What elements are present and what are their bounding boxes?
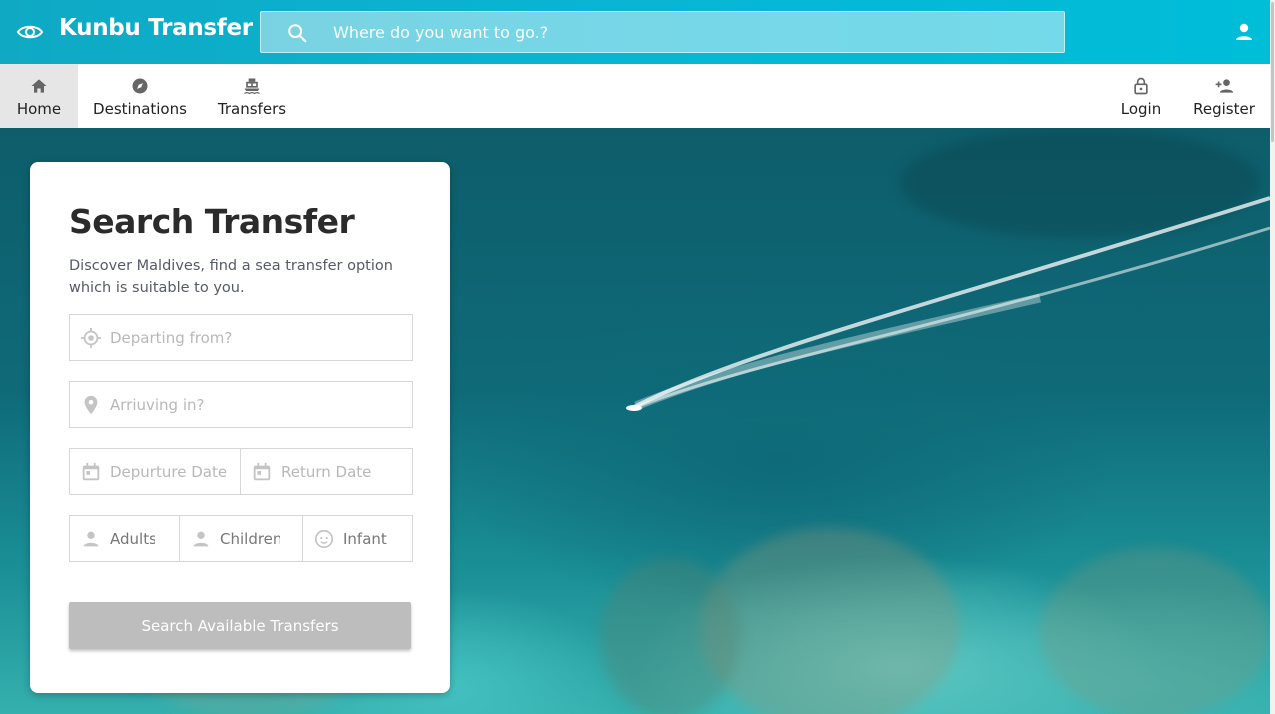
adults-field[interactable]	[70, 516, 180, 561]
search-transfer-card: Search Transfer Discover Maldives, find …	[30, 162, 450, 693]
nav-label-home: Home	[16, 100, 62, 118]
arriving-input[interactable]	[110, 382, 400, 427]
reef-patch	[600, 558, 740, 714]
calendar-icon	[82, 462, 100, 481]
calendar-icon	[253, 462, 271, 481]
eye-icon[interactable]	[16, 20, 44, 44]
ferry-icon	[244, 78, 260, 95]
search-transfers-button[interactable]: Search Available Transfers	[69, 602, 411, 649]
departing-field[interactable]	[69, 314, 413, 361]
card-description: Discover Maldives, find a sea transfer o…	[69, 258, 393, 296]
children-field[interactable]	[180, 516, 303, 561]
search-icon	[288, 24, 307, 43]
departure-date-input[interactable]	[110, 449, 235, 494]
passenger-fields	[69, 515, 413, 562]
nav-item-register[interactable]: Register	[1188, 64, 1260, 128]
date-fields	[69, 448, 413, 495]
nav-label-login: Login	[1120, 100, 1162, 118]
page-scrollbar[interactable]	[1270, 0, 1275, 714]
boat-wake	[626, 196, 1271, 411]
children-input[interactable]	[220, 516, 280, 561]
nav-label-register: Register	[1193, 100, 1255, 118]
nav-label-destinations: Destinations	[93, 100, 187, 118]
nav-item-login[interactable]: Login	[1110, 64, 1172, 128]
nav-item-transfers[interactable]: Transfers	[212, 64, 292, 128]
crosshair-icon	[80, 327, 102, 349]
departing-input[interactable]	[110, 315, 400, 360]
account-icon[interactable]	[1232, 20, 1256, 44]
scrollbar-thumb[interactable]	[1271, 2, 1274, 142]
nav-item-destinations[interactable]: Destinations	[86, 64, 194, 128]
lock-icon	[1134, 77, 1148, 95]
home-icon	[31, 79, 47, 93]
return-date-input[interactable]	[281, 449, 406, 494]
person-icon	[83, 531, 99, 547]
search-input[interactable]	[333, 12, 1053, 52]
adults-input[interactable]	[110, 516, 155, 561]
arriving-field[interactable]	[69, 381, 413, 428]
return-date-field[interactable]	[241, 449, 412, 494]
nav-label-transfers: Transfers	[217, 100, 287, 118]
search-bar[interactable]	[260, 11, 1065, 53]
person-icon	[193, 531, 209, 547]
reef-patch	[1040, 548, 1270, 714]
map-pin-icon	[84, 395, 98, 415]
infant-field[interactable]	[303, 516, 412, 561]
departure-date-field[interactable]	[70, 449, 241, 494]
reef-patch	[700, 528, 960, 714]
nav-bar: Home Destinations Transfers Login Regist…	[0, 64, 1275, 128]
card-title: Search Transfer	[69, 202, 355, 241]
top-app-bar: Kunbu Transfer	[0, 0, 1275, 64]
brand-title[interactable]: Kunbu Transfer	[59, 15, 253, 41]
infant-input[interactable]	[343, 516, 403, 561]
baby-face-icon	[314, 529, 334, 549]
compass-icon	[132, 78, 148, 94]
person-add-icon	[1215, 79, 1234, 93]
nav-item-home[interactable]: Home	[0, 64, 78, 128]
